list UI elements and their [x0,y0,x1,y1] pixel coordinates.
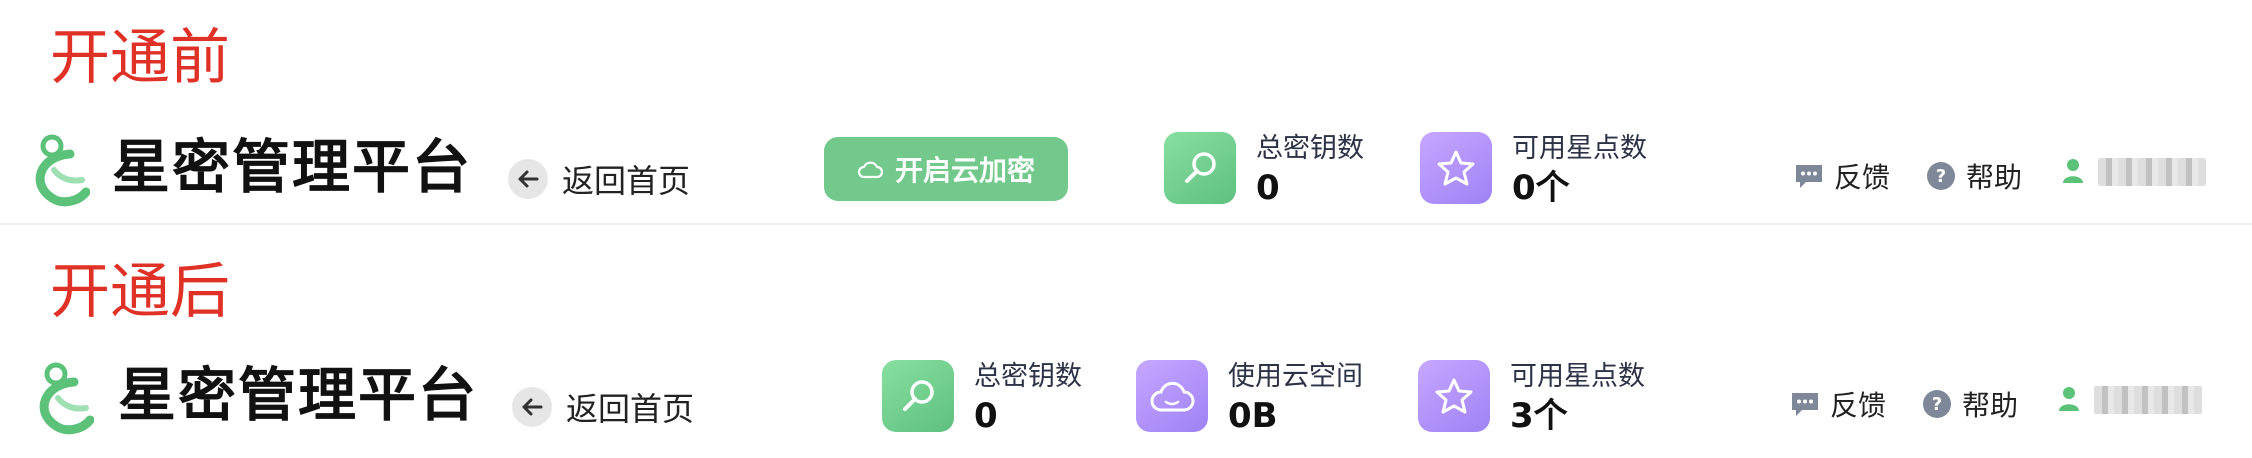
user-icon [2059,387,2079,411]
stat-total-keys: 总密钥数 0 [882,360,1082,436]
svg-text:?: ? [1936,166,1946,187]
help-icon: ? [1923,390,1951,418]
svg-text:?: ? [1932,394,1942,415]
cloud-icon [1136,360,1208,432]
header-bar-after: 星密管理平台 返回首页 总密钥数 0 使用云空间 0B 可用星点数 3个 反馈 … [0,338,2252,458]
enable-cloud-encryption-label: 开启云加密 [894,154,1035,187]
stat-value: 0 [1256,167,1280,208]
feedback-label: 反馈 [1834,161,1891,194]
brand-title: 星密管理平台 [118,361,479,429]
back-home-label: 返回首页 [562,162,691,200]
star-icon [1418,360,1490,432]
brand-title: 星密管理平台 [112,133,473,201]
help-button[interactable]: ? 帮助 [1922,384,2018,424]
stat-available-stars: 可用星点数 0个 [1420,132,1647,208]
back-home-button[interactable]: 返回首页 [508,156,690,202]
logo-icon [35,134,90,207]
stat-label: 总密钥数 [1256,133,1364,164]
key-search-icon [1164,132,1236,204]
help-label: 帮助 [1962,389,2019,422]
feedback-button[interactable]: 反馈 [1790,384,1886,424]
username-redacted[interactable] [2098,158,2206,186]
stat-available-stars: 可用星点数 3个 [1418,360,1645,436]
feedback-button[interactable]: 反馈 [1794,156,1890,196]
help-label: 帮助 [1966,161,2023,194]
section-divider [0,223,2252,225]
logo-icon [39,362,94,435]
back-home-button[interactable]: 返回首页 [512,384,694,430]
stat-label: 总密钥数 [974,361,1082,392]
help-button[interactable]: ? 帮助 [1926,156,2022,196]
header-bar-before: 星密管理平台 返回首页 开启云加密 总密钥数 0 可用星点数 0个 反馈 ? 帮… [0,110,2252,230]
stat-label: 可用星点数 [1510,361,1645,392]
stat-value: 0 [974,395,998,436]
user-icon [2063,159,2083,183]
username-redacted[interactable] [2094,386,2202,414]
stat-value: 0个 [1512,167,1570,208]
stat-cloud-space-used: 使用云空间 0B [1136,360,1363,436]
chat-bubble-icon [1796,165,1822,188]
enable-cloud-encryption-button[interactable]: 开启云加密 [824,137,1068,201]
arrow-left-icon [512,387,552,427]
stat-value: 0B [1228,395,1278,436]
stat-label: 可用星点数 [1512,133,1647,164]
label-after-activation: 开通后 [50,257,230,327]
stat-total-keys: 总密钥数 0 [1164,132,1364,208]
stat-value: 3个 [1510,395,1568,436]
stat-label: 使用云空间 [1228,361,1363,392]
help-icon: ? [1927,162,1955,190]
cloud-icon [857,161,883,179]
label-before-activation: 开通前 [50,23,230,93]
chat-bubble-icon [1792,393,1818,416]
feedback-label: 反馈 [1830,389,1887,422]
back-home-label: 返回首页 [566,390,695,428]
key-search-icon [882,360,954,432]
star-icon [1420,132,1492,204]
arrow-left-icon [508,159,548,199]
